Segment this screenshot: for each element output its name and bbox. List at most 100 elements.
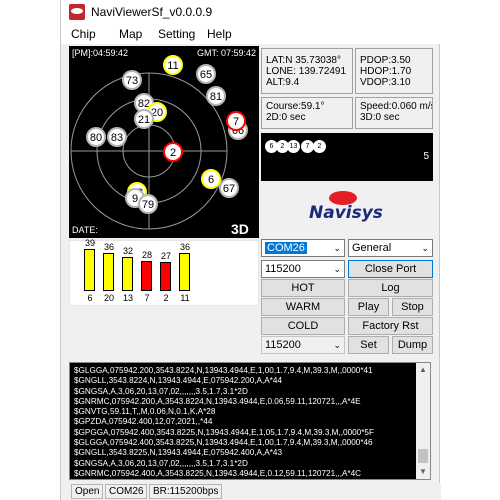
- snr-value-label: 39: [84, 238, 95, 248]
- date-label: DATE:: [72, 225, 98, 235]
- satellite-prn: 81: [210, 91, 222, 103]
- used-sat-count: 5: [423, 151, 429, 162]
- nmea-log-line: $GNVTG,59.11,T,,M,0.06,N,0.1,K,A*28: [74, 407, 216, 417]
- vdop: VDOP:3.10: [360, 77, 411, 88]
- satellite-marker: 11: [163, 55, 183, 75]
- baud-rate-value: 115200: [265, 263, 301, 275]
- local-time: [PM]:04:59:42: [72, 48, 129, 58]
- hdop: HDOP:1.70: [360, 66, 412, 77]
- used-sat-chip: 13: [287, 140, 300, 153]
- warm-start-button[interactable]: WARM: [261, 298, 345, 316]
- title-bar[interactable]: NaviViewerSf_v0.0.0.9: [61, 0, 441, 24]
- app-logo-icon: [69, 4, 85, 20]
- nmea-log-line: $GNGLL,3543.8225,N,13943.4944,E,075942.4…: [74, 448, 283, 458]
- used-satellites-panel: 6 2 13 7 2 5: [261, 133, 433, 181]
- cold-start-button[interactable]: COLD: [261, 317, 345, 335]
- chevron-down-icon: ⌄: [333, 243, 341, 253]
- set-baud-rate-select[interactable]: 115200 ⌄: [261, 336, 345, 354]
- satellite-prn: 65: [200, 69, 212, 81]
- pdop: PDOP:3.50: [360, 55, 411, 66]
- satellite-marker: 65: [196, 64, 216, 84]
- position-panel: LAT:N 35.73038° LONE: 139.72491 ALT:9.4: [261, 48, 353, 94]
- snr-bar: [141, 261, 152, 291]
- fix-3d-time: 3D:0 sec: [360, 112, 400, 123]
- snr-value-label: 32: [122, 246, 133, 256]
- menu-setting[interactable]: Setting: [158, 27, 195, 41]
- satellite-prn: 79: [142, 199, 154, 211]
- satellite-prn: 67: [223, 183, 235, 195]
- satellite-marker: 21: [134, 109, 154, 129]
- snr-bar: [122, 257, 133, 291]
- status-com-port: COM26: [105, 484, 148, 499]
- dump-button[interactable]: Dump: [392, 336, 433, 354]
- scroll-thumb[interactable]: [418, 449, 428, 463]
- satellite-prn: 6: [208, 174, 214, 186]
- window-title: NaviViewerSf_v0.0.0.9: [91, 5, 213, 19]
- nmea-log-line: $GNRMC,075942.200,A,3543.8224,N,13943.49…: [74, 396, 361, 406]
- nmea-log-line: $GNGSA,A,3,06,20,13,07,02,,,,,,,3.5,1.7,…: [74, 386, 248, 396]
- menu-map[interactable]: Map: [119, 27, 142, 41]
- set-button[interactable]: Set: [348, 336, 389, 354]
- nmea-log-line: $GPGGA,075942.400,3543.8225,N,13943.4944…: [74, 427, 374, 437]
- snr-value-label: 36: [179, 242, 190, 252]
- speed: Speed:0.060 m/se: [360, 101, 432, 112]
- close-port-button[interactable]: Close Port: [348, 260, 433, 278]
- nmea-log-line: $GLGGA,075942.200,3543.8224,N,13943.4944…: [74, 366, 373, 375]
- skyplot-canvas: 117365818220216683802139796677: [70, 55, 248, 230]
- connection-status: Open: [71, 484, 104, 499]
- menu-bar: Chip Map Setting Help: [61, 24, 441, 44]
- snr-prn-label: 20: [103, 293, 114, 303]
- satellite-prn: 7: [233, 116, 239, 128]
- satellite-prn: 73: [126, 75, 138, 87]
- scroll-up-icon[interactable]: ▲: [416, 363, 430, 377]
- log-scrollbar[interactable]: ▲ ▼: [416, 363, 430, 479]
- hot-start-button[interactable]: HOT: [261, 279, 345, 297]
- satellite-marker: 67: [219, 178, 239, 198]
- snr-bar-chart: 39 6 36 20 32 13 28 7 27 2 36 11: [69, 238, 259, 306]
- stop-button[interactable]: Stop: [392, 298, 433, 316]
- play-button[interactable]: Play: [348, 298, 389, 316]
- navisys-logo: Navisys: [305, 190, 383, 226]
- course: Course:59.1°: [266, 101, 325, 112]
- satellite-prn: 83: [111, 132, 123, 144]
- com-port-select[interactable]: COM26 ⌄: [261, 239, 345, 257]
- com-port-value: COM26: [265, 242, 307, 254]
- nmea-log-console[interactable]: $GLGGA,075942.200,3543.8224,N,13943.4944…: [69, 362, 431, 480]
- baud-rate-select[interactable]: 115200 ⌄: [261, 260, 345, 278]
- scroll-down-icon[interactable]: ▼: [416, 465, 430, 479]
- satellite-marker: 2: [163, 142, 183, 162]
- snr-value-label: 27: [160, 251, 171, 261]
- nmea-log-line: $GNGLL,3543.8224,N,13943.4944,E,075942.2…: [74, 376, 283, 386]
- dop-panel: PDOP:3.50 HDOP:1.70 VDOP:3.10: [355, 48, 433, 94]
- menu-help[interactable]: Help: [207, 27, 232, 41]
- chevron-down-icon: ⌄: [421, 243, 429, 253]
- nmea-log-line: $GLGGA,075942.400,3543.8225,N,13943.4944…: [74, 438, 373, 448]
- satellite-marker: 83: [107, 127, 127, 147]
- satellite-prn: 2: [170, 147, 176, 159]
- mode-select[interactable]: General ⌄: [348, 239, 433, 257]
- snr-prn-label: 2: [163, 293, 169, 303]
- satellite-prn: 21: [138, 114, 150, 126]
- satellite-marker: 73: [122, 70, 142, 90]
- menu-chip[interactable]: Chip: [71, 27, 96, 41]
- fix-2d-time: 2D:0 sec: [266, 112, 306, 123]
- logo-text: Navisys: [309, 203, 383, 223]
- satellite-prn: 80: [90, 132, 102, 144]
- factory-reset-button[interactable]: Factory Rst: [348, 317, 433, 335]
- snr-prn-label: 11: [180, 293, 190, 303]
- satellite-marker: 6: [201, 169, 221, 189]
- nmea-log-line: $GPZDA,075942.400,12,07,2021,,*44: [74, 417, 213, 427]
- snr-value-label: 36: [103, 242, 114, 252]
- satellite-marker: 79: [138, 194, 158, 214]
- nmea-log-line: $GNGSA,A,3,06,20,13,07,02,,,,,,,3.5,1.7,…: [74, 458, 248, 468]
- chevron-down-icon: ⌄: [333, 340, 341, 350]
- log-button[interactable]: Log: [348, 279, 433, 297]
- nmea-log-lines: $GLGGA,075942.200,3543.8224,N,13943.4944…: [74, 366, 374, 479]
- snr-prn-label: 7: [144, 293, 150, 303]
- satellite-prn: 9: [132, 193, 138, 205]
- course-panel: Course:59.1° 2D:0 sec: [261, 97, 353, 129]
- used-sat-chip: 2: [313, 140, 326, 153]
- snr-bar: [160, 262, 171, 291]
- snr-prn-label: 6: [87, 293, 93, 303]
- snr-bar: [103, 253, 114, 291]
